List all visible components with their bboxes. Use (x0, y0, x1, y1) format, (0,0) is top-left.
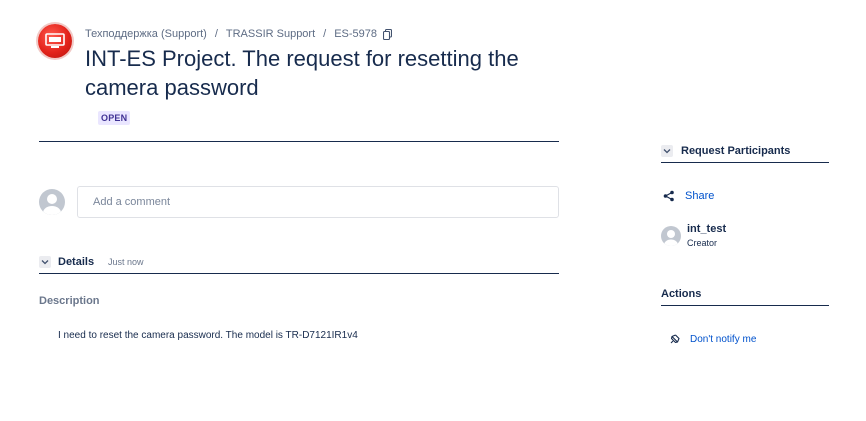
notification-off-icon (670, 334, 680, 344)
description-label: Description (39, 295, 100, 307)
description-text: I need to reset the camera password. The… (58, 330, 358, 341)
dont-notify-button[interactable]: Don't notify me (669, 333, 756, 345)
share-label: Share (685, 190, 715, 202)
header-divider (39, 141, 559, 142)
copy-icon[interactable] (383, 28, 393, 40)
chevron-down-icon (663, 149, 671, 154)
page-title: INT-ES Project. The request for resettin… (85, 46, 519, 100)
avatar (39, 189, 65, 215)
details-heading: Details (58, 256, 95, 268)
comment-input[interactable] (77, 186, 559, 218)
participants-toggle[interactable] (661, 145, 673, 157)
details-toggle[interactable] (39, 256, 51, 268)
participants-heading: Request Participants (681, 145, 791, 157)
actions-divider (661, 305, 829, 306)
project-logo-icon (45, 33, 65, 48)
details-divider (39, 273, 559, 274)
share-icon (663, 190, 674, 202)
project-avatar (38, 24, 72, 58)
breadcrumb-separator: / (214, 28, 218, 40)
status-badge[interactable]: OPEN (98, 111, 131, 125)
participant-role: Creator (687, 238, 718, 248)
participant-name[interactable]: int_test (687, 223, 726, 235)
participants-divider (661, 162, 829, 163)
breadcrumb-service-desk[interactable]: Техподдержка (Support) (85, 28, 207, 40)
actions-heading: Actions (661, 288, 702, 300)
avatar (661, 226, 681, 246)
details-timestamp: Just now (108, 257, 144, 267)
breadcrumb: Техподдержка (Support) / TRASSIR Support… (85, 27, 393, 41)
breadcrumb-project[interactable]: TRASSIR Support (226, 28, 315, 40)
share-button[interactable]: Share (663, 190, 714, 202)
breadcrumb-issue-key[interactable]: ES-5978 (334, 28, 377, 40)
breadcrumb-separator: / (323, 28, 327, 40)
user-avatar-icon (664, 230, 678, 246)
chevron-down-icon (41, 260, 49, 265)
user-avatar-icon (43, 194, 61, 215)
dont-notify-label: Don't notify me (690, 333, 757, 345)
